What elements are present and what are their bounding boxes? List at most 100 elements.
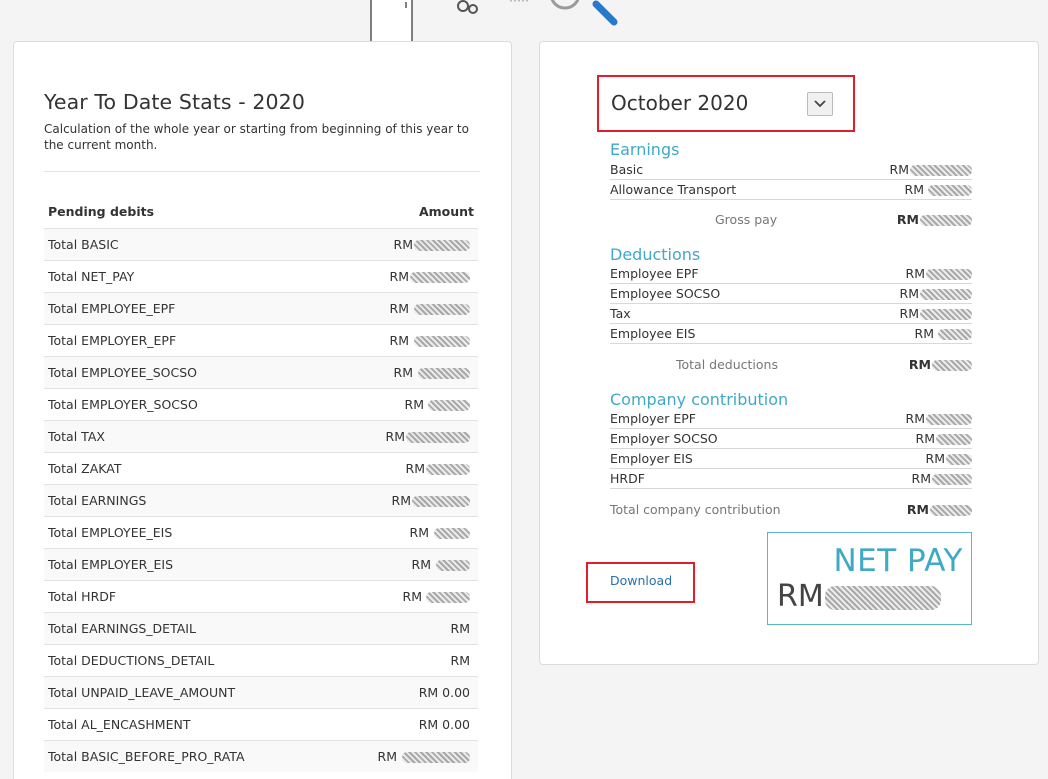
redacted <box>434 527 470 539</box>
company-row: Employer SOCSO RM <box>610 429 972 449</box>
total-company-contribution-amount: RM <box>907 502 972 517</box>
month-selector[interactable]: October 2020 <box>597 75 855 132</box>
net-pay-label: NET PAY <box>833 543 963 579</box>
table-row: Total AL_ENCASHMENT RM 0.00 <box>44 707 478 740</box>
row-amount: RM <box>906 411 972 426</box>
row-amount: RM <box>890 162 972 177</box>
net-pay-box: NET PAY RM <box>767 532 972 625</box>
col-pending-debits: Pending debits <box>48 204 155 220</box>
redacted <box>932 474 972 485</box>
table-row: Total EMPLOYEE_EPF RM <box>44 291 478 324</box>
row-label: HRDF <box>610 471 645 486</box>
table-row: Total TAX RM <box>44 419 478 452</box>
row-label: Total HRDF <box>44 579 332 612</box>
chevron-down-icon <box>814 100 826 108</box>
row-amount: RM <box>331 579 478 612</box>
redacted <box>436 559 470 571</box>
row-amount: RM <box>900 286 972 301</box>
row-amount: RM <box>331 547 478 580</box>
ytd-title: Year To Date Stats - 2020 <box>44 90 305 114</box>
row-label: Total DEDUCTIONS_DETAIL <box>44 643 332 676</box>
table-row: Total EARNINGS RM <box>44 483 478 516</box>
row-label: Total UNPAID_LEAVE_AMOUNT <box>44 675 332 708</box>
row-amount: RM <box>331 419 478 452</box>
row-label: Total EMPLOYER_SOCSO <box>44 387 332 420</box>
row-amount: RM <box>331 483 478 516</box>
row-label: Total ZAKAT <box>44 451 332 484</box>
row-label: Total EMPLOYER_EPF <box>44 323 332 356</box>
redacted <box>936 434 972 445</box>
row-amount: RM <box>331 227 478 260</box>
row-label: Tax <box>610 306 631 321</box>
redacted <box>920 215 972 226</box>
row-amount: RM <box>331 515 478 548</box>
gross-pay-amount: RM <box>897 212 972 227</box>
row-amount: RM <box>926 451 972 466</box>
row-label: Total EMPLOYEE_EPF <box>44 291 332 324</box>
table-row: Total EARNINGS_DETAIL RM <box>44 611 478 644</box>
row-amount: RM <box>331 355 478 388</box>
redacted <box>428 399 470 411</box>
net-pay-amount: RM <box>777 579 941 614</box>
redacted <box>946 454 972 465</box>
payslip-card: October 2020 Earnings Basic RM Allowance… <box>539 41 1039 665</box>
table-header: Pending debits Amount <box>44 196 478 228</box>
row-label: Total AL_ENCASHMENT <box>44 707 332 740</box>
table-row: Total UNPAID_LEAVE_AMOUNT RM 0.00 <box>44 675 478 708</box>
redacted <box>426 591 470 603</box>
redacted <box>926 414 972 425</box>
company-contribution-title: Company contribution <box>610 390 789 409</box>
table-row: Total NET_PAY RM <box>44 259 478 292</box>
row-label: Total EARNINGS_DETAIL <box>44 611 332 644</box>
magnifier-icon <box>510 0 618 26</box>
download-highlight: Download <box>586 562 695 603</box>
table-row: Total HRDF RM <box>44 579 478 612</box>
company-row: Employer EPF RM <box>610 409 972 429</box>
row-amount: RM <box>915 326 972 341</box>
table-row: Total BASIC RM <box>44 227 478 260</box>
month-dropdown-button[interactable] <box>807 92 833 116</box>
redacted <box>414 239 470 251</box>
row-label: Total TAX <box>44 419 332 452</box>
row-label: Total EMPLOYEE_EIS <box>44 515 332 548</box>
total-deductions-row: Total deductions RM <box>610 355 972 375</box>
row-amount: RM <box>916 431 972 446</box>
row-amount: RM <box>331 643 478 676</box>
document-icon <box>370 0 413 42</box>
table-row: Total EMPLOYER_EIS RM <box>44 547 478 580</box>
gross-pay-label: Gross pay <box>715 212 778 227</box>
table-row: Total EMPLOYEE_SOCSO RM <box>44 355 478 388</box>
row-amount: RM <box>912 471 972 486</box>
total-company-contribution-label: Total company contribution <box>610 502 781 517</box>
total-deductions-amount: RM <box>909 357 972 372</box>
gross-pay-row: Gross pay RM <box>610 210 972 230</box>
ytd-subtitle: Calculation of the whole year or startin… <box>44 122 469 152</box>
table-row: Total ZAKAT RM <box>44 451 478 484</box>
deduction-row: Tax RM <box>610 304 972 324</box>
redacted <box>930 505 972 516</box>
redacted <box>938 329 972 340</box>
row-amount: RM 0.00 <box>331 675 478 708</box>
company-row: Employer EIS RM <box>610 449 972 469</box>
month-label: October 2020 <box>611 91 749 115</box>
redacted <box>932 360 972 371</box>
row-amount: RM <box>905 182 972 197</box>
row-label: Employer EPF <box>610 411 696 426</box>
download-link[interactable]: Download <box>610 573 672 588</box>
row-label: Total NET_PAY <box>44 259 332 292</box>
row-amount: RM 0.00 <box>331 707 478 740</box>
row-amount: RM <box>331 259 478 292</box>
row-amount: RM <box>900 306 972 321</box>
divider <box>44 171 480 172</box>
redacted <box>920 289 972 300</box>
redacted <box>406 431 470 443</box>
redacted <box>926 269 972 280</box>
ytd-table: Pending debits Amount Total BASIC RM Tota… <box>44 196 478 772</box>
row-amount: RM <box>331 291 478 324</box>
row-label: Employer SOCSO <box>610 431 718 446</box>
row-amount: RM <box>906 266 972 281</box>
row-label: Total EMPLOYER_EIS <box>44 547 332 580</box>
row-label: Employee EPF <box>610 266 699 281</box>
row-label: Basic <box>610 162 644 177</box>
table-row: Total EMPLOYER_SOCSO RM <box>44 387 478 420</box>
